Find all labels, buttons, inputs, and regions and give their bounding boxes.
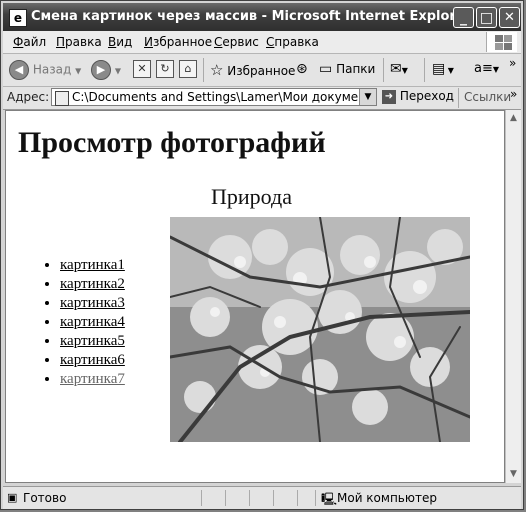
links-toolbar[interactable]: Ссылки (464, 90, 511, 104)
menu-file[interactable]: Файл (13, 35, 46, 49)
home-icon: ⌂ (179, 60, 197, 78)
status-text: Готово (23, 491, 67, 505)
status-cell (201, 490, 202, 506)
picture-link-2[interactable]: картинка2 (60, 276, 125, 292)
toolbar: ◀ Назад ▼ ▶ ▼ ✕ ↻ ⌂ ☆ Избранное ⊛ ▭ Папк… (3, 54, 521, 87)
folder-icon: ▭ (319, 61, 333, 77)
history-button[interactable]: ⊛ (296, 61, 308, 81)
refresh-button[interactable]: ↻ (156, 60, 174, 80)
address-url: C:\Documents and Settings\Lamer\Мои доку… (72, 90, 358, 104)
toolbar-separator (383, 58, 384, 82)
folders-label: Папки (336, 62, 376, 76)
toolbar-overflow-icon[interactable]: » (509, 56, 516, 76)
print-button[interactable]: ▤ ▼ (432, 61, 454, 81)
go-arrow-icon: ➜ (382, 89, 396, 104)
list-item: картинка2 (60, 275, 125, 294)
ie-page-icon: e (9, 9, 27, 27)
picture-link-5[interactable]: картинка5 (60, 333, 125, 349)
windows-logo-icon (486, 32, 517, 52)
picture-link-list: картинка1 картинка2 картинка3 картинка4 … (20, 256, 125, 389)
favorites-button[interactable]: ☆ Избранное (210, 61, 295, 81)
address-separator (458, 88, 459, 108)
picture-link-7[interactable]: картинка7 (60, 371, 125, 387)
browser-window: e Смена картинок через массив - Microsof… (0, 0, 524, 510)
forward-button[interactable]: ▶ ▼ (91, 60, 121, 80)
address-label: Адрес: (7, 90, 50, 104)
history-icon: ⊛ (296, 61, 308, 77)
list-item: картинка1 (60, 256, 125, 275)
mail-dropdown-icon: ▼ (401, 66, 408, 75)
back-dropdown-icon[interactable]: ▼ (75, 67, 81, 76)
mail-icon: ✉ (390, 61, 402, 77)
page-icon (55, 91, 69, 106)
encoding-dropdown-icon: ▼ (492, 65, 500, 74)
list-item: картинка3 (60, 294, 125, 313)
refresh-icon: ↻ (156, 60, 174, 78)
forward-arrow-icon: ▶ (91, 60, 111, 80)
picture-link-6[interactable]: картинка6 (60, 352, 125, 368)
close-button[interactable]: ✕ (499, 7, 520, 28)
forward-dropdown-icon[interactable]: ▼ (115, 67, 121, 76)
star-icon: ☆ (210, 61, 224, 79)
menu-help[interactable]: Справка (266, 35, 319, 49)
menu-bar: Файл Правка Вид Избранное Сервис Справка (3, 31, 521, 54)
page-heading: Просмотр фотографий (18, 126, 326, 159)
menu-tools[interactable]: Сервис (214, 35, 259, 49)
status-bar: ▣ Готово 🖳 Мой компьютер (3, 486, 521, 509)
maximize-button[interactable]: □ (476, 7, 497, 28)
picture-link-4[interactable]: картинка4 (60, 314, 125, 330)
page-content: Просмотр фотографий Природа картинка1 ка… (5, 110, 505, 483)
scroll-up-icon[interactable]: ▲ (507, 111, 520, 126)
list-item: картинка4 (60, 313, 125, 332)
go-button[interactable]: ➜ Переход (382, 89, 454, 104)
scroll-down-icon[interactable]: ▼ (507, 467, 520, 482)
list-item: картинка5 (60, 332, 125, 351)
stop-icon: ✕ (133, 60, 151, 78)
address-input[interactable]: C:\Documents and Settings\Lamer\Мои доку… (51, 88, 377, 106)
print-dropdown-icon: ▼ (445, 66, 454, 75)
back-button[interactable]: ◀ Назад ▼ (9, 60, 81, 80)
address-bar: Адрес: C:\Documents and Settings\Lamer\М… (3, 87, 521, 110)
status-cell (225, 490, 226, 506)
picture-link-1[interactable]: картинка1 (60, 257, 125, 273)
mail-button[interactable]: ✉▼ (390, 61, 408, 81)
address-dropdown-icon[interactable]: ▼ (359, 89, 376, 105)
folders-button[interactable]: ▭ Папки (319, 61, 375, 81)
menu-favorites[interactable]: Избранное (144, 35, 212, 49)
status-page-icon: ▣ (7, 491, 18, 504)
vertical-scrollbar[interactable]: ▲ ▼ (505, 110, 521, 483)
window-title: Смена картинок через массив - Microsoft … (31, 9, 472, 24)
photo-title: Природа (211, 184, 292, 209)
toolbar-separator (203, 58, 204, 82)
list-item: картинка7 (60, 370, 125, 389)
status-cell (249, 490, 250, 506)
nature-photo (170, 217, 470, 442)
encoding-icon: a≡ (474, 61, 493, 76)
home-button[interactable]: ⌂ (179, 60, 197, 80)
list-item: картинка6 (60, 351, 125, 370)
links-overflow-icon[interactable]: » (510, 87, 517, 101)
print-icon: ▤ (432, 61, 446, 77)
menu-edit[interactable]: Правка (56, 35, 102, 49)
stop-button[interactable]: ✕ (133, 60, 151, 80)
status-cell (297, 490, 298, 506)
back-arrow-icon: ◀ (9, 60, 29, 80)
picture-link-3[interactable]: картинка3 (60, 295, 125, 311)
favorites-label: Избранное (227, 64, 296, 78)
toolbar-separator (424, 58, 425, 82)
status-zone: Мой компьютер (337, 491, 437, 505)
status-zone-cell (315, 490, 316, 506)
title-bar[interactable]: e Смена картинок через массив - Microsof… (3, 3, 521, 31)
encoding-button[interactable]: a≡▼ (474, 61, 499, 81)
go-label: Переход (399, 89, 454, 103)
status-cell (273, 490, 274, 506)
minimize-button[interactable]: _ (453, 7, 474, 28)
back-label: Назад (32, 62, 72, 77)
menu-view[interactable]: Вид (108, 35, 132, 49)
computer-icon: 🖳 (321, 492, 338, 506)
